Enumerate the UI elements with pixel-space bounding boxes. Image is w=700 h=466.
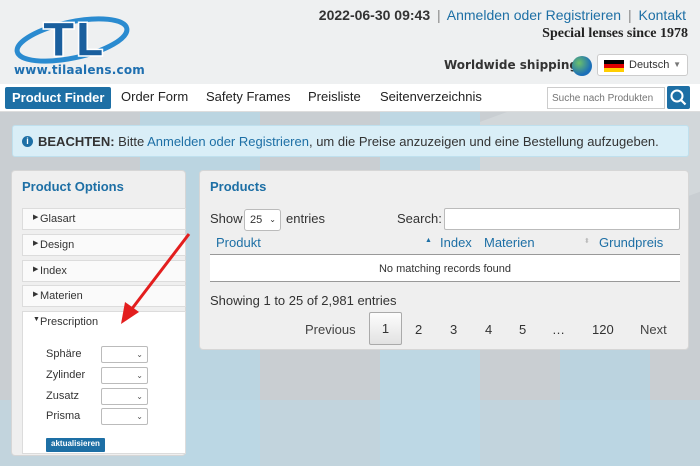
logo-letters: TL [43,13,104,67]
accordion-label: Glasart [40,213,76,225]
column-header-materien[interactable]: Materien [484,235,535,250]
accordion-label: Materien [40,290,83,302]
prisma-select[interactable]: ⌄ [101,408,148,425]
products-title: Products [210,179,267,194]
table-body: No matching records found [210,254,680,282]
pagination-page-3[interactable]: 3 [450,322,457,337]
nav-preisliste[interactable]: Preisliste [308,89,361,104]
sphare-select[interactable]: ⌄ [101,346,148,363]
field-label-sphare: Sphäre [46,348,82,360]
info-icon: i [22,136,33,147]
notice-pre: Bitte [114,134,148,149]
worldwide-shipping-text: Worldwide shipping [444,58,579,72]
field-label-prisma: Prisma [46,410,81,422]
notice-label: BEACHTEN: [38,134,115,149]
zylinder-select[interactable]: ⌄ [101,367,148,384]
page-size-select[interactable]: 25 ⌄ [244,209,281,231]
globe-icon [572,56,592,76]
accordion-glasart[interactable]: ▶ Glasart [22,208,186,230]
pagination-page-5[interactable]: 5 [519,322,526,337]
pagination-page-120[interactable]: 120 [592,322,614,337]
pagination-previous[interactable]: Previous [305,322,356,337]
search-icon [670,89,687,106]
chevron-down-icon: ⌄ [136,350,143,359]
top-links: 2022-06-30 09:43 | Anmelden oder Registr… [319,7,686,23]
product-search-input[interactable] [547,87,665,109]
notice-text: BEACHTEN: Bitte Anmelden oder Registrier… [38,134,659,149]
language-label: Deutsch [629,59,670,71]
pagination-page-2[interactable]: 2 [415,322,422,337]
page-size-value: 25 [250,214,263,226]
chevron-down-icon: ⌄ [136,412,143,421]
caret-right-icon: ▶ [33,214,39,221]
tagline: Special lenses since 1978 [542,26,688,41]
logo-url[interactable]: www.tilaalens.com [14,63,145,77]
field-label-zylinder: Zylinder [46,369,86,381]
prescription-fields: Sphäre ⌄ Zylinder ⌄ Zusatz ⌄ Prisma ⌄ ak… [22,332,186,454]
sort-both-icon: ⬍ [584,238,590,245]
language-select[interactable]: Deutsch ▼ [597,54,688,76]
table-search-label: Search: [397,211,442,226]
nav-order-form[interactable]: Order Form [121,89,188,104]
pagination-next[interactable]: Next [640,322,667,337]
nav-seitenverzeichnis[interactable]: Seitenverzeichnis [380,89,482,104]
notice-post: , um die Preise anzuzeigen und eine Best… [308,134,659,149]
accordion-design[interactable]: ▶ Design [22,234,186,256]
contact-link[interactable]: Kontakt [639,7,686,23]
entries-label: entries [286,211,326,226]
field-label-zusatz: Zusatz [46,390,80,402]
main-nav: Product Finder Order Form Safety Frames … [0,84,700,112]
accordion-prescription[interactable]: ▼ Prescription [22,311,186,334]
nav-safety-frames[interactable]: Safety Frames [206,89,291,104]
update-button[interactable]: aktualisieren [46,438,105,452]
nav-product-finder[interactable]: Product Finder [5,87,112,109]
products-panel: Products Show 25 ⌄ entries Search: Produ… [199,170,689,350]
show-label: Show [210,211,243,226]
notice-banner: i BEACHTEN: Bitte Anmelden oder Registri… [12,125,689,157]
table-info: Showing 1 to 25 of 2,981 entries [210,293,397,308]
current-datetime: 2022-06-30 09:43 [318,7,431,23]
caret-down-icon: ▼ [673,60,681,69]
login-register-link[interactable]: Anmelden oder Registrieren [447,7,621,23]
notice-login-link[interactable]: Anmelden oder Registrieren [147,134,309,149]
column-header-grundpreis[interactable]: Grundpreis [599,235,663,250]
accordion-label: Design [40,239,75,251]
pagination-page-4[interactable]: 4 [485,322,492,337]
caret-right-icon: ▶ [33,266,39,273]
caret-right-icon: ▶ [33,291,39,298]
accordion-label: Index [40,265,67,277]
pagination-page-1[interactable]: 1 [369,312,402,345]
empty-table-message: No matching records found [378,263,512,275]
product-options-title: Product Options [22,179,124,194]
chevron-down-icon: ⌄ [269,215,276,224]
pagination-ellipsis: … [552,322,565,337]
accordion-materien[interactable]: ▶ Materien [22,285,186,307]
table-search-input[interactable] [444,208,680,230]
chevron-down-icon: ⌄ [136,392,143,401]
zusatz-select[interactable]: ⌄ [101,388,148,405]
separator: | [627,7,632,23]
chevron-down-icon: ⌄ [136,371,143,380]
caret-right-icon: ▶ [33,240,39,247]
german-flag-icon [604,60,624,72]
sort-asc-icon: ▲ [425,237,432,244]
product-options-panel: Product Options ▶ Glasart ▶ Design ▶ Ind… [11,170,186,456]
accordion-label: Prescription [40,316,99,328]
search-button[interactable] [667,86,690,109]
column-header-index[interactable]: Index [440,235,472,250]
column-header-produkt[interactable]: Produkt [216,235,261,250]
site-header: TL www.tilaalens.com 2022-06-30 09:43 | … [0,0,700,84]
accordion-index[interactable]: ▶ Index [22,260,186,282]
caret-down-icon: ▼ [33,316,40,323]
separator: | [437,7,441,23]
